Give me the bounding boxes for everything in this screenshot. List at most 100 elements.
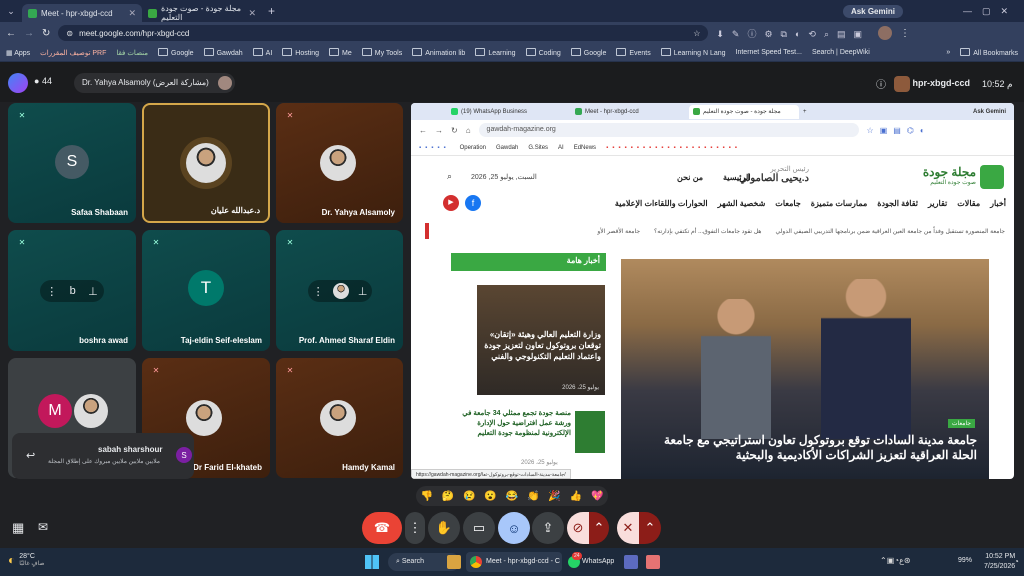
bookmark-folder[interactable]: Learning N Lang: [661, 48, 726, 57]
chat-icon[interactable]: ✉: [38, 520, 48, 534]
url-field[interactable]: ⊜ meet.google.com/hpr-xbgd-ccd ☆: [58, 25, 709, 41]
ticker-item[interactable]: جامعة المنصورة تستقبل وفداً من جامعة الع…: [775, 228, 1005, 235]
meeting-code[interactable]: hpr-xbgd-ccd: [894, 73, 970, 93]
hero-badge[interactable]: جامعات: [947, 419, 975, 428]
nav-item[interactable]: ثقافة الجودة: [877, 199, 918, 208]
bookmark-folder[interactable]: Animation lib: [412, 48, 465, 57]
site-info-icon[interactable]: ⊜: [66, 29, 73, 38]
reaction-thinking[interactable]: 🤔: [442, 491, 454, 502]
present-button[interactable]: ⇪: [532, 512, 564, 544]
bookmark-folder[interactable]: Gawdah: [204, 48, 243, 57]
windows-start-icon[interactable]: [365, 555, 379, 569]
youtube-icon[interactable]: ▶: [443, 195, 459, 211]
bookmark-folder[interactable]: Coding: [526, 48, 561, 57]
ask-gemini-button[interactable]: Ask Gemini: [842, 4, 903, 18]
bookmark-folder[interactable]: G.Sites: [528, 145, 548, 151]
shared-tab[interactable]: (19) WhatsApp Business: [451, 108, 571, 115]
participant-tile[interactable]: ✕ ⋮ b ⊥ boshra awad: [8, 230, 136, 351]
more-bookmarks-icon[interactable]: »: [946, 49, 950, 56]
tab-list-icon[interactable]: ⌄: [0, 6, 22, 17]
reaction-clap[interactable]: 👏: [527, 491, 539, 502]
notification-icon[interactable]: ◔: [1014, 557, 1019, 566]
camera-options-button[interactable]: ⌃: [589, 512, 609, 544]
pin-icon[interactable]: ⊥: [358, 285, 368, 298]
taskbar-app-icon[interactable]: [646, 555, 660, 569]
clock[interactable]: 10:52 PM 7/25/2026: [984, 552, 1015, 572]
meet-logo-icon[interactable]: [8, 73, 28, 93]
shared-tab-active[interactable]: مجلة جودة - صوت جودة التعليم: [689, 104, 799, 119]
pin-icon[interactable]: ⊥: [88, 285, 98, 298]
emoji-button[interactable]: ☺: [498, 512, 530, 544]
raise-hand-button[interactable]: ✋: [428, 512, 460, 544]
reload-icon[interactable]: ↻: [42, 28, 50, 39]
chat-toast[interactable]: ↩ sabah sharshour ملايين ملايين ملايين م…: [12, 433, 194, 479]
participant-tile-active-speaker[interactable]: د.عبدالله عليان: [142, 103, 270, 223]
menu-icon[interactable]: ⋮: [900, 28, 910, 39]
bookmark-item[interactable]: Internet Speed Test...: [736, 49, 802, 56]
bookmark-folder[interactable]: Gawdah: [496, 145, 518, 151]
bookmark-folder[interactable]: AI: [253, 48, 273, 57]
facebook-icon[interactable]: f: [465, 195, 481, 211]
site-nav-home[interactable]: الرئيسية: [723, 173, 751, 182]
reaction-thumbs-up[interactable]: 👍: [570, 491, 582, 502]
forward-icon[interactable]: →: [435, 126, 443, 135]
reload-icon[interactable]: ↻: [451, 126, 458, 135]
bookmark-star-icon[interactable]: ☆: [693, 29, 700, 38]
weather-widget[interactable]: ◐ 28°C صافٍ غالبًا: [8, 553, 45, 567]
presenter-chip[interactable]: Dr. Yahya Alsamoly (مشاركة العرض): [74, 73, 235, 93]
ask-gemini-button[interactable]: Ask Gemini: [973, 109, 1006, 115]
site-logo[interactable]: مجلة جودة صوت جودة التعليم: [923, 165, 976, 186]
bookmark-folder[interactable]: Operation: [460, 145, 486, 151]
side-story-image[interactable]: وزارة التعليم العالي وهيئة «إتقان» توقعا…: [477, 285, 605, 395]
reaction-surprised[interactable]: 😮: [484, 491, 496, 502]
bookmark-folder[interactable]: EdNews: [574, 145, 596, 151]
taskbar-file-icon[interactable]: [447, 555, 461, 569]
window-controls[interactable]: —▢✕: [963, 6, 1018, 17]
more-options-icon[interactable]: ⋮: [313, 285, 324, 298]
bookmark-item[interactable]: Search | DeepWiki: [812, 49, 870, 56]
reaction-thumbs-down[interactable]: 👎: [420, 491, 432, 502]
close-icon[interactable]: ✕: [248, 8, 256, 19]
ticker-item[interactable]: هل تقود جامعات التفوق... أم تكتفي بإدارت…: [654, 228, 761, 235]
site-nav-about[interactable]: من نحن: [677, 173, 703, 182]
bookmark-icons[interactable]: ▪▪▪▪▪: [419, 145, 450, 151]
reaction-party[interactable]: 🎉: [548, 491, 560, 502]
bookmark-folder[interactable]: Me: [329, 48, 352, 57]
tray-icons[interactable]: ⌃▣◔ع⊛: [880, 556, 911, 565]
forward-icon[interactable]: →: [24, 28, 34, 39]
end-call-button[interactable]: ☎: [362, 512, 402, 544]
bookmark-folder[interactable]: Google: [158, 48, 194, 57]
mic-options-button[interactable]: ⌃: [639, 512, 661, 544]
bookmark-folder[interactable]: AI: [558, 145, 564, 151]
side-story-title[interactable]: منصة جودة تجمع ممثلي 34 جامعة في ورشة عم…: [451, 409, 571, 439]
participant-tile[interactable]: ✕ ⋮ ⊥ Prof. Ahmed Sharaf Eldin: [276, 230, 403, 351]
side-story-thumb[interactable]: [575, 411, 605, 453]
reaction-heart[interactable]: 💖: [591, 491, 603, 502]
mic-off-button[interactable]: ✕: [617, 512, 639, 544]
participant-tile[interactable]: ✕ S Safaa Shabaan: [8, 103, 136, 223]
ticker-item[interactable]: جامعة الأقصر الأو: [597, 228, 640, 235]
nav-item[interactable]: ممارسات متميزة: [811, 199, 867, 208]
bookmark-apps[interactable]: ▦ Apps: [6, 49, 30, 57]
bookmark-item[interactable]: منصات فقا: [116, 49, 148, 57]
tray-battery[interactable]: 99%: [958, 557, 972, 564]
bookmark-folder[interactable]: My Tools: [362, 48, 403, 57]
participant-tile[interactable]: ✕ Dr. Yahya Alsamoly: [276, 103, 403, 223]
home-icon[interactable]: ⌂: [466, 126, 471, 135]
nav-item[interactable]: جامعات: [775, 199, 801, 208]
taskbar-app-meet[interactable]: Meet - hpr-xbgd-ccd - C: [466, 552, 562, 572]
hero-image[interactable]: جامعات جامعة مدينة السادات توقع بروتوكول…: [621, 259, 989, 479]
tab-meet[interactable]: Meet - hpr-xbgd-ccd ✕: [22, 4, 142, 22]
bookmark-folder[interactable]: Events: [616, 48, 650, 57]
back-icon[interactable]: ←: [6, 28, 16, 39]
bookmark-folder[interactable]: Google: [571, 48, 607, 57]
hero-title[interactable]: جامعة مدينة السادات توقع بروتوكول تعاون …: [637, 433, 977, 463]
shared-tab[interactable]: Meet - hpr-xbgd-ccd: [575, 108, 685, 115]
reaction-sad[interactable]: 😢: [463, 491, 475, 502]
bookmark-folder[interactable]: Hosting: [282, 48, 319, 57]
bookmark-folder[interactable]: Learning: [475, 48, 515, 57]
search-icon[interactable]: ⌕: [447, 171, 452, 182]
nav-item[interactable]: مقالات: [957, 199, 980, 208]
taskbar-app-icon[interactable]: [624, 555, 638, 569]
all-bookmarks[interactable]: All Bookmarks: [960, 48, 1018, 57]
